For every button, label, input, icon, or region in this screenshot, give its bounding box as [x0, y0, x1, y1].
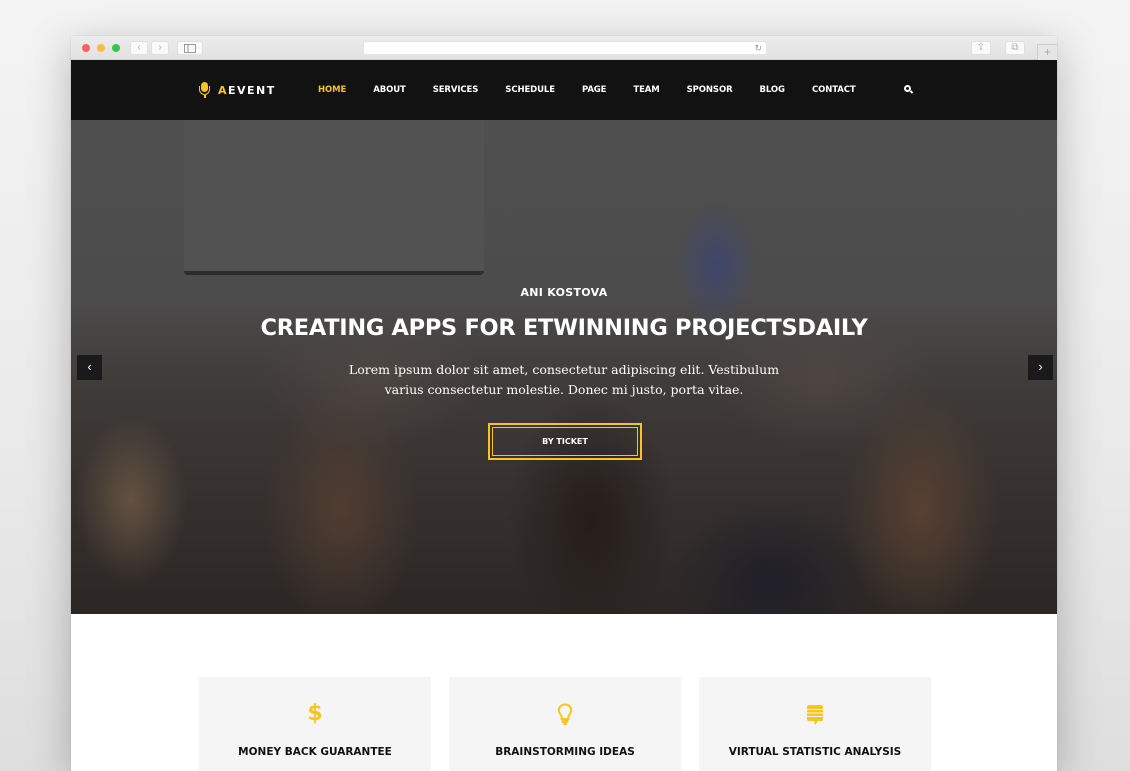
features-section: $ MONEY BACK GUARANTEE BRAINSTORMING IDE…: [71, 614, 1057, 771]
nav-item-home[interactable]: HOME: [318, 85, 346, 95]
site-header: AEVENT HOME ABOUT SERVICES SCHEDULE PAGE…: [71, 60, 1057, 120]
buy-ticket-label: BY TICKET: [492, 427, 638, 456]
feature-title: BRAINSTORMING IDEAS: [495, 746, 635, 758]
share-icon: ⇪: [976, 42, 986, 53]
tabs-icon: ⧉: [1011, 42, 1019, 53]
zoom-window-button[interactable]: [112, 44, 120, 52]
logo[interactable]: AEVENT: [199, 82, 276, 98]
chevron-left-icon: ‹: [137, 42, 141, 53]
logo-text: AEVENT: [218, 83, 276, 97]
nav-item-contact[interactable]: CONTACT: [812, 85, 856, 95]
back-button[interactable]: ‹: [130, 41, 148, 55]
hero-description: Lorem ipsum dolor sit amet, consectetur …: [348, 362, 780, 397]
feature-title: MONEY BACK GUARANTEE: [238, 746, 392, 758]
search-icon[interactable]: [904, 85, 914, 94]
lightbulb-icon: [449, 701, 681, 727]
reload-icon[interactable]: ↻: [754, 42, 762, 55]
sidebar-icon: [184, 44, 196, 53]
chevron-right-icon: ›: [158, 42, 162, 53]
buy-ticket-button[interactable]: BY TICKET: [488, 423, 642, 460]
nav-item-sponsor[interactable]: SPONSOR: [687, 85, 733, 95]
microphone-icon: [199, 82, 210, 98]
main-nav: HOME ABOUT SERVICES SCHEDULE PAGE TEAM S…: [318, 60, 883, 120]
nav-item-schedule[interactable]: SCHEDULE: [505, 85, 555, 95]
plus-icon: +: [1043, 45, 1051, 59]
address-bar[interactable]: ↻: [363, 41, 767, 55]
feature-card: BRAINSTORMING IDEAS: [449, 677, 681, 771]
close-window-button[interactable]: [82, 44, 90, 52]
nav-item-services[interactable]: SERVICES: [433, 85, 479, 95]
new-tab-button[interactable]: +: [1037, 44, 1057, 60]
sidebar-toggle-button[interactable]: [177, 41, 203, 55]
forward-button[interactable]: ›: [151, 41, 169, 55]
nav-item-team[interactable]: TEAM: [633, 85, 659, 95]
nav-item-about[interactable]: ABOUT: [373, 85, 406, 95]
browser-window: ‹ › ↻ ⇪ ⧉ + AEVENT HOME ABOUT SERVICES S…: [71, 36, 1057, 771]
slider-prev-button[interactable]: ‹: [77, 355, 102, 380]
minimize-window-button[interactable]: [97, 44, 105, 52]
feature-card: $ MONEY BACK GUARANTEE: [199, 677, 431, 771]
slider-next-button[interactable]: ›: [1028, 355, 1053, 380]
nav-item-blog[interactable]: BLOG: [760, 85, 786, 95]
hero-speaker-name: ANI KOSTOVA: [520, 286, 608, 299]
feature-card: VIRTUAL STATISTIC ANALYSIS: [699, 677, 931, 771]
share-button[interactable]: ⇪: [971, 41, 991, 55]
hero-title: CREATING APPS FOR ETWINNING PROJECTSDAIL…: [260, 315, 868, 341]
hero-content: ANI KOSTOVA CREATING APPS FOR ETWINNING …: [71, 120, 1057, 614]
chevron-left-icon: ‹: [87, 359, 92, 374]
feature-title: VIRTUAL STATISTIC ANALYSIS: [728, 746, 902, 758]
nav-item-page[interactable]: PAGE: [582, 85, 607, 95]
chevron-right-icon: ›: [1038, 359, 1043, 374]
hero-slider: ANI KOSTOVA CREATING APPS FOR ETWINNING …: [71, 120, 1057, 614]
show-tabs-button[interactable]: ⧉: [1005, 41, 1025, 55]
browser-toolbar: ‹ › ↻ ⇪ ⧉ +: [71, 36, 1057, 60]
chat-list-icon: [699, 701, 931, 727]
dollar-icon: $: [307, 701, 323, 726]
